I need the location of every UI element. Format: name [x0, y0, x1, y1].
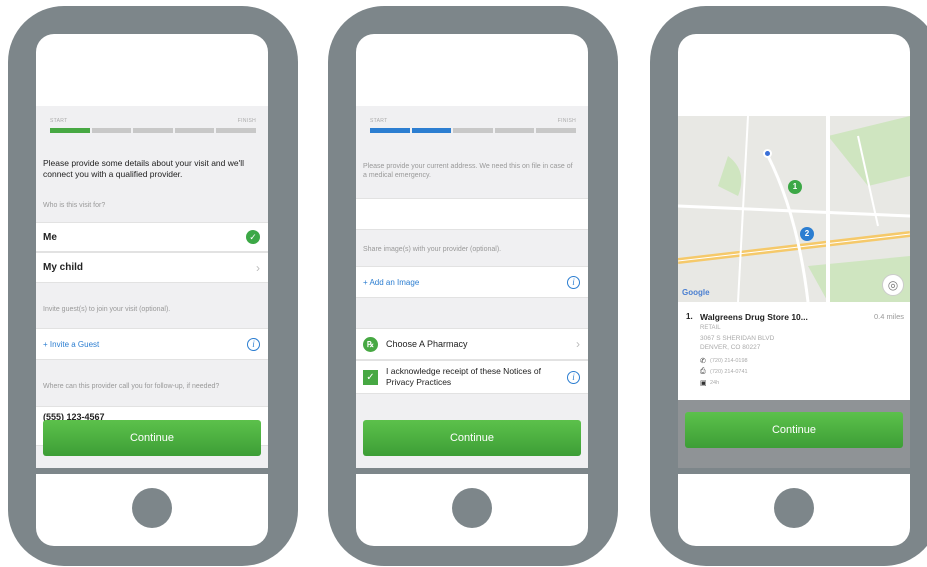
progress-bar [370, 128, 576, 133]
result-address-line2: DENVER, CO 80227 [700, 344, 761, 351]
followup-prompt: Where can this provider call you for fol… [43, 383, 220, 390]
result-hours: 24h [710, 380, 720, 386]
phone-top-bezel [36, 34, 268, 106]
home-button [132, 488, 172, 528]
result-name: Walgreens Drug Store 10... [700, 312, 808, 322]
progress-bar [50, 128, 256, 133]
option-my-child-label: My child [43, 262, 84, 273]
continue-button[interactable]: Continue [685, 412, 903, 448]
phone-frame-3: 1 2 Google ◎ 1. Walgreens Drug Store 10.… [650, 6, 927, 566]
hours-icon: ▣ [700, 380, 707, 387]
check-icon: ✓ [246, 230, 260, 244]
pharmacy-result[interactable]: 1. Walgreens Drug Store 10... 0.4 miles … [678, 302, 910, 400]
result-index: 1. [686, 312, 693, 321]
google-logo: Google [682, 288, 710, 297]
phone-frame-2: START FINISH Please provide your current… [328, 6, 618, 566]
home-button [774, 488, 814, 528]
phone-top-bezel [356, 34, 588, 106]
add-image-link[interactable]: + Add an Image [363, 278, 419, 287]
option-my-child[interactable]: My child › [36, 252, 268, 283]
guest-prompt: Invite guest(s) to join your visit (opti… [43, 306, 171, 313]
choose-pharmacy-row[interactable]: ℞ Choose A Pharmacy › [356, 328, 588, 360]
progress-finish-label: FINISH [237, 118, 256, 124]
phone-top-bezel [678, 34, 910, 106]
phone-bottom-bezel [678, 474, 910, 546]
continue-button[interactable]: Continue [363, 420, 581, 456]
home-button [452, 488, 492, 528]
phone-frame-1: START FINISH Please provide some details… [8, 6, 298, 566]
progress-start-label: START [50, 118, 68, 124]
result-address-line1: 3067 S SHERIDAN BLVD [700, 335, 775, 342]
invite-guest-row[interactable]: + Invite a Guest i [36, 328, 268, 360]
result-phone: (720) 214-0198 [710, 358, 748, 364]
privacy-ack-label: I acknowledge receipt of these Notices o… [386, 366, 541, 387]
address-screen: START FINISH Please provide your current… [356, 106, 588, 468]
progress-indicator: START FINISH [370, 118, 576, 133]
privacy-ack-row[interactable]: ✓ I acknowledge receipt of these Notices… [356, 360, 588, 394]
locate-icon[interactable]: ◎ [882, 274, 904, 296]
address-field[interactable] [356, 198, 588, 230]
progress-start-label: START [370, 118, 388, 124]
map-marker-1[interactable]: 1 [788, 180, 802, 194]
result-type: RETAIL [700, 325, 721, 331]
continue-footer: Continue [678, 400, 910, 468]
map-view[interactable]: 1 2 Google ◎ [678, 116, 910, 302]
map-roads [678, 116, 910, 302]
address-prompt: Please provide your current address. We … [363, 163, 573, 179]
info-icon[interactable]: i [247, 338, 260, 351]
visit-for-question: Who is this visit for? [43, 202, 106, 209]
result-fax: (720) 214-0741 [710, 369, 748, 375]
map-pin-icon [763, 149, 772, 158]
continue-button[interactable]: Continue [43, 420, 261, 456]
visit-details-screen: START FINISH Please provide some details… [36, 106, 268, 468]
stage: START FINISH Please provide some details… [0, 0, 927, 567]
info-icon[interactable]: i [567, 371, 580, 384]
invite-guest-link[interactable]: + Invite a Guest [43, 340, 99, 349]
map-marker-2[interactable]: 2 [800, 227, 814, 241]
image-prompt: Share image(s) with your provider (optio… [363, 246, 502, 253]
pharmacy-map-screen: 1 2 Google ◎ 1. Walgreens Drug Store 10.… [678, 106, 910, 468]
result-distance: 0.4 miles [873, 312, 904, 321]
visit-details-heading: Please provide some details about your v… [43, 158, 245, 179]
phone-bottom-bezel [356, 474, 588, 546]
phone-icon: ✆ [700, 358, 706, 365]
pharmacy-icon: ℞ [363, 337, 378, 352]
add-image-row[interactable]: + Add an Image i [356, 266, 588, 298]
chevron-right-icon: › [256, 261, 260, 275]
option-me[interactable]: Me ✓ [36, 222, 268, 252]
option-me-label: Me [43, 232, 57, 243]
checkbox-checked-icon[interactable]: ✓ [363, 370, 378, 385]
fax-icon: ⎙ [700, 368, 706, 375]
chevron-right-icon: › [576, 337, 580, 351]
progress-indicator: START FINISH [50, 118, 256, 133]
choose-pharmacy-label: Choose A Pharmacy [386, 339, 468, 349]
progress-finish-label: FINISH [557, 118, 576, 124]
phone-bottom-bezel [36, 474, 268, 546]
info-icon[interactable]: i [567, 276, 580, 289]
